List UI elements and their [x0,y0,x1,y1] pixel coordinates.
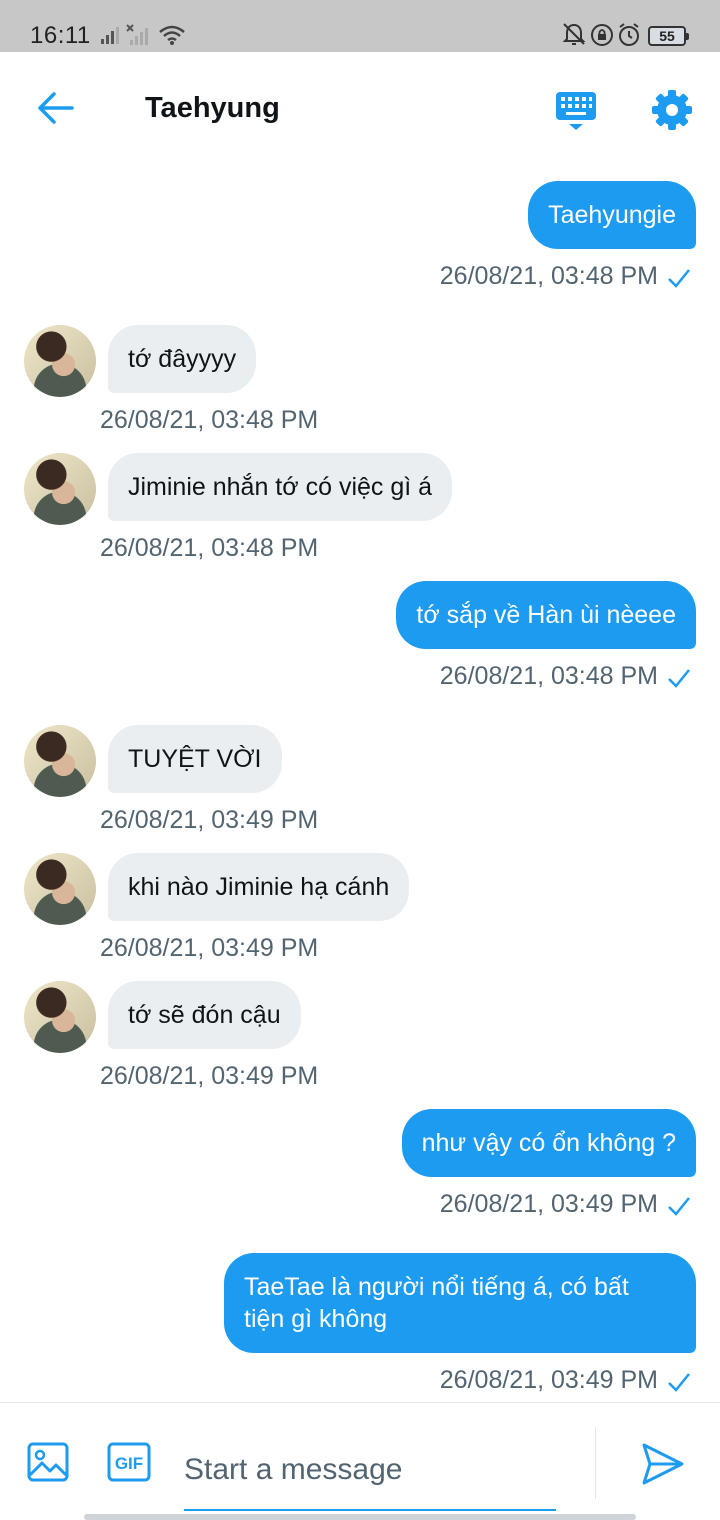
gif-icon[interactable]: GIF [106,1441,152,1483]
incoming-message-bubble[interactable]: TUYỆT VỜI [108,725,282,793]
avatar[interactable] [24,725,96,797]
mute-bell-icon [562,23,586,45]
alarm-icon [619,23,639,46]
status-time: 16:11 [30,22,91,49]
status-bar: 16:11 55 [0,0,720,52]
sent-check-icon [668,269,690,288]
sent-check-icon [668,669,690,688]
sent-check-icon [668,1373,690,1392]
message-timestamp: 26/08/21, 03:49 PM [439,1366,658,1394]
avatar[interactable] [24,853,96,925]
incoming-message-bubble[interactable]: tớ đâyyyy [108,325,257,393]
message-timestamp: 26/08/21, 03:48 PM [439,662,658,690]
composer-divider [595,1427,596,1499]
avatar[interactable] [24,981,96,1053]
gesture-navigation-bar[interactable] [84,1514,636,1520]
gif-label: GIF [115,1454,143,1473]
outgoing-message-bubble[interactable]: tớ sắp về Hàn ùi nèeee [396,581,696,649]
wifi-icon [159,25,185,45]
message-input[interactable] [184,1431,556,1511]
incoming-message-bubble[interactable]: tớ sẽ đón cậu [108,981,301,1049]
message-timestamp: 26/08/21, 03:49 PM [100,806,319,834]
signal-no-service-icon [126,24,148,45]
outgoing-message-bubble[interactable]: như vậy có ổn không ? [401,1109,696,1177]
conversation-header: Taehyung [0,52,720,164]
message-timestamp: 26/08/21, 03:48 PM [439,262,658,290]
conversation-title: Taehyung [145,92,280,124]
message-timestamp: 26/08/21, 03:49 PM [439,1190,658,1218]
incoming-message-bubble[interactable]: Jiminie nhắn tớ có việc gì á [108,453,453,521]
avatar[interactable] [24,325,96,397]
lock-rotation-icon [591,24,613,46]
settings-gear-icon[interactable] [650,88,694,132]
avatar[interactable] [24,453,96,525]
send-icon[interactable] [640,1441,686,1487]
message-timestamp: 26/08/21, 03:49 PM [100,934,319,962]
battery-indicator: 55 [648,26,689,46]
sent-check-icon [668,1197,690,1216]
image-icon[interactable] [26,1441,70,1483]
signal-icon [101,27,119,44]
back-arrow-icon[interactable] [34,88,78,128]
message-composer: GIF [0,1402,720,1520]
message-timestamp: 26/08/21, 03:49 PM [100,1062,319,1090]
incoming-message-bubble[interactable]: khi nào Jiminie hạ cánh [108,853,410,921]
outgoing-message-bubble[interactable]: Taehyungie [528,181,696,249]
keyboard-icon[interactable] [554,88,598,132]
outgoing-message-bubble[interactable]: TaeTae là người nổi tiếng á, có bất tiện… [224,1253,696,1353]
message-timestamp: 26/08/21, 03:48 PM [100,406,319,434]
message-timestamp: 26/08/21, 03:48 PM [100,534,319,562]
